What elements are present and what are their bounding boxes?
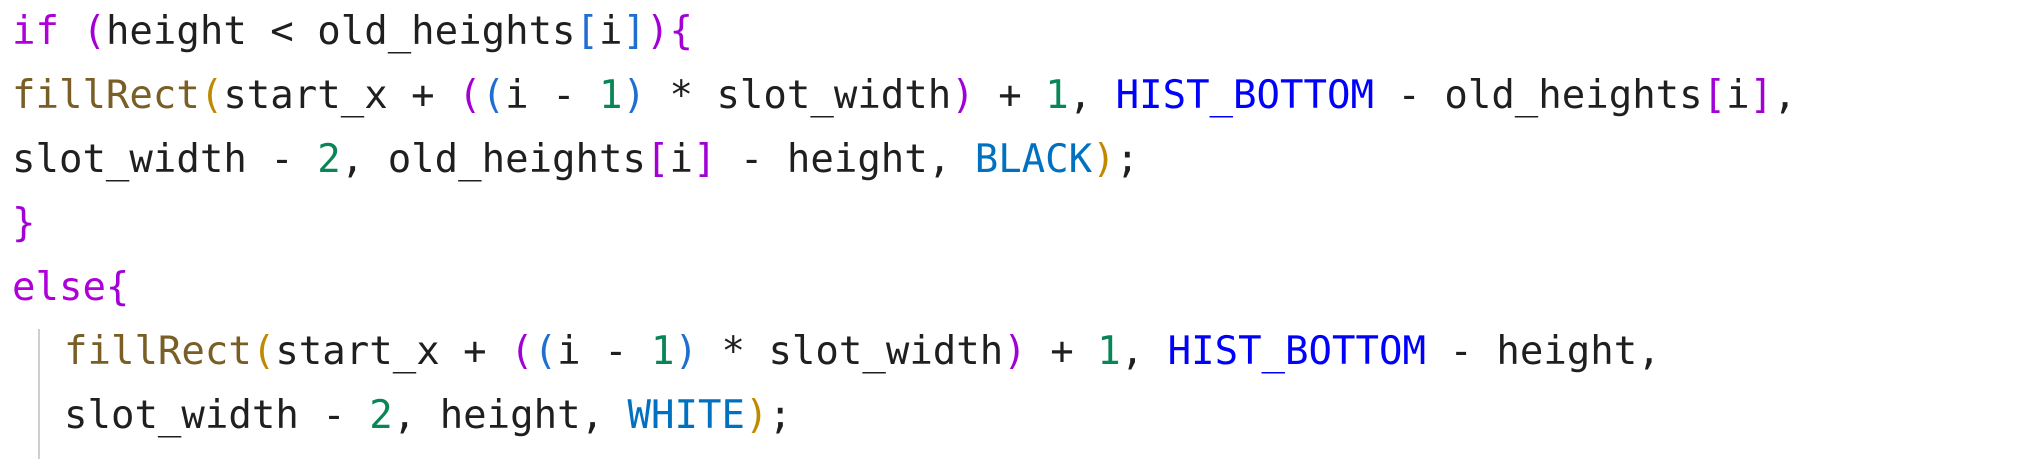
code-token: + (1026, 329, 1098, 374)
code-token: ) (1092, 137, 1116, 182)
code-token: 2 (317, 137, 341, 182)
code-token: if (12, 9, 59, 54)
code-token: ) (674, 329, 698, 374)
code-token: ( (510, 329, 534, 374)
code-line-6[interactable]: fillRect(start_x + ((i - 1) * slot_width… (64, 320, 1661, 384)
code-token: ( (82, 9, 106, 54)
code-token: ( (199, 73, 224, 118)
code-token: i (669, 137, 693, 182)
code-token: 1 (599, 73, 623, 118)
code-token: ) (622, 73, 646, 118)
code-token: 1 (651, 329, 675, 374)
code-token: WHITE (627, 393, 745, 438)
code-token: [ (645, 137, 670, 182)
code-token: ( (481, 73, 506, 118)
code-token: , (1773, 73, 1797, 118)
code-token: ( (251, 329, 276, 374)
code-token: { (105, 265, 130, 310)
code-token: ] (1749, 73, 1774, 118)
code-token: , (1120, 329, 1168, 374)
code-token: 1 (1045, 73, 1069, 118)
code-token: ) (1003, 329, 1027, 374)
code-token: start_x + (275, 329, 511, 374)
code-token: height < old_heights (105, 9, 576, 54)
code-token: , old_heights (340, 137, 646, 182)
code-token: - height, (716, 137, 975, 182)
code-token: HIST_BOTTOM (1115, 73, 1374, 118)
code-token: BLACK (974, 137, 1093, 182)
code-line-3[interactable]: slot_width - 2, old_heights[i] - height,… (12, 128, 1139, 192)
code-token: [ (575, 9, 600, 54)
code-token: ] (622, 9, 646, 54)
code-token: , (1068, 73, 1116, 118)
code-token: ; (768, 393, 792, 438)
code-line-2[interactable]: fillRect(start_x + ((i - 1) * slot_width… (12, 64, 1797, 128)
code-token: ] (692, 137, 717, 182)
code-editor[interactable]: if (height < old_heights[i]){ fillRect(s… (0, 0, 2037, 467)
code-token: 2 (369, 393, 393, 438)
code-token: i (599, 9, 623, 54)
code-token: [ (1702, 73, 1727, 118)
code-token: i - (557, 329, 652, 374)
code-token: + (974, 73, 1046, 118)
code-line-5[interactable]: else{ (12, 256, 129, 320)
code-token: start_x + (223, 73, 459, 118)
code-token: ; (1115, 137, 1140, 182)
code-token: - old_heights (1373, 73, 1703, 118)
indent-guide (38, 329, 40, 459)
code-token: fillRect (12, 73, 200, 118)
code-token: { (669, 9, 693, 54)
code-line-1[interactable]: if (height < old_heights[i]){ (12, 0, 693, 64)
code-token: ) (744, 393, 769, 438)
code-token: , height, (392, 393, 628, 438)
code-token: slot_width - (12, 137, 318, 182)
code-token: - height, (1425, 329, 1661, 374)
code-token: i (1726, 73, 1750, 118)
code-token: ( (533, 329, 558, 374)
code-token: } (12, 201, 36, 246)
code-token: HIST_BOTTOM (1167, 329, 1426, 374)
code-line-4[interactable]: } (12, 192, 35, 256)
code-token: slot_width - (64, 393, 370, 438)
code-token: else (12, 265, 106, 310)
code-token: ( (458, 73, 482, 118)
code-token: * slot_width (698, 329, 1004, 374)
code-token: * slot_width (646, 73, 952, 118)
code-token: i - (505, 73, 600, 118)
code-token: fillRect (64, 329, 252, 374)
code-token: ) (646, 9, 670, 54)
code-token: 1 (1097, 329, 1121, 374)
code-token: ) (951, 73, 975, 118)
code-line-7[interactable]: slot_width - 2, height, WHITE); (64, 384, 792, 448)
